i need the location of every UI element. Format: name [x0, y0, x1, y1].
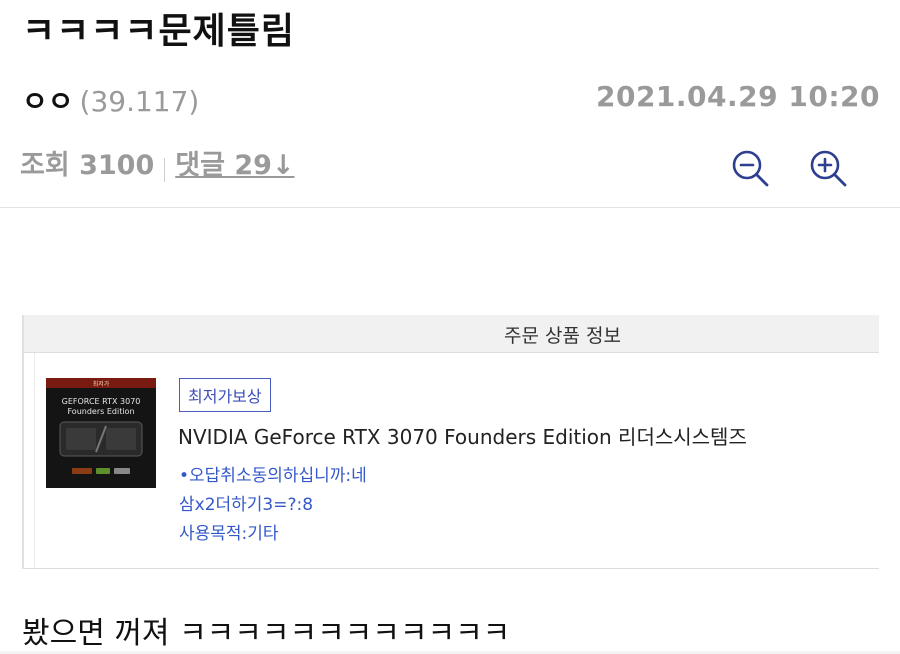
author-name[interactable]: ㅇㅇ: [22, 85, 74, 118]
zoom-in-button[interactable]: [808, 148, 848, 188]
zoom-out-button[interactable]: [730, 148, 770, 188]
zoom-in-icon: [810, 150, 847, 187]
product-box-art: 최저가 GEFORCE RTX 3070 Founders Edition: [46, 378, 156, 488]
post-body-text: 봤으면 꺼져 ㅋㅋㅋㅋㅋㅋㅋㅋㅋㅋㅋㅋ: [22, 616, 511, 651]
product-option: •오답취소동의하십니까:네: [179, 466, 367, 486]
product-image-line1: GEFORCE RTX 3070: [62, 397, 141, 406]
comment-count-link[interactable]: 댓글 29↓: [175, 150, 294, 181]
post-title: ㅋㅋㅋㅋ문제틀림: [22, 11, 295, 52]
order-bottom-divider: [24, 568, 879, 569]
order-header-label: 주문 상품 정보: [504, 325, 621, 347]
zoom-out-icon: [732, 150, 769, 187]
product-name[interactable]: NVIDIA GeForce RTX 3070 Founders Edition…: [178, 421, 747, 450]
order-header: 주문 상품 정보: [24, 315, 879, 353]
author[interactable]: ㅇㅇ (39.117): [22, 80, 199, 120]
order-info-screenshot: 주문 상품 정보 최저가 GEFORCE RTX 3070 Founders E…: [22, 315, 879, 569]
author-ip: (39.117): [79, 85, 200, 118]
post-stats: 조회 3100 댓글 29↓: [20, 143, 295, 183]
product-image-top-text: 최저가: [93, 380, 110, 388]
product-option: 사용목적:기타: [179, 524, 279, 544]
product-option: 삼x2더하기3=?:8: [179, 495, 314, 515]
order-box-edge: [34, 315, 35, 569]
view-count: 조회 3100: [20, 150, 155, 181]
lowest-price-badge: 최저가보상: [179, 378, 271, 412]
post-datetime: 2021.04.29 10:20: [595, 80, 880, 113]
product-image: 최저가 GEFORCE RTX 3070 Founders Edition: [46, 378, 156, 488]
stats-separator: [164, 157, 166, 182]
post-meta: ㅇㅇ (39.117) 2021.04.29 10:20: [22, 80, 880, 118]
header-divider: [0, 207, 900, 208]
product-image-line2: Founders Edition: [67, 407, 134, 416]
